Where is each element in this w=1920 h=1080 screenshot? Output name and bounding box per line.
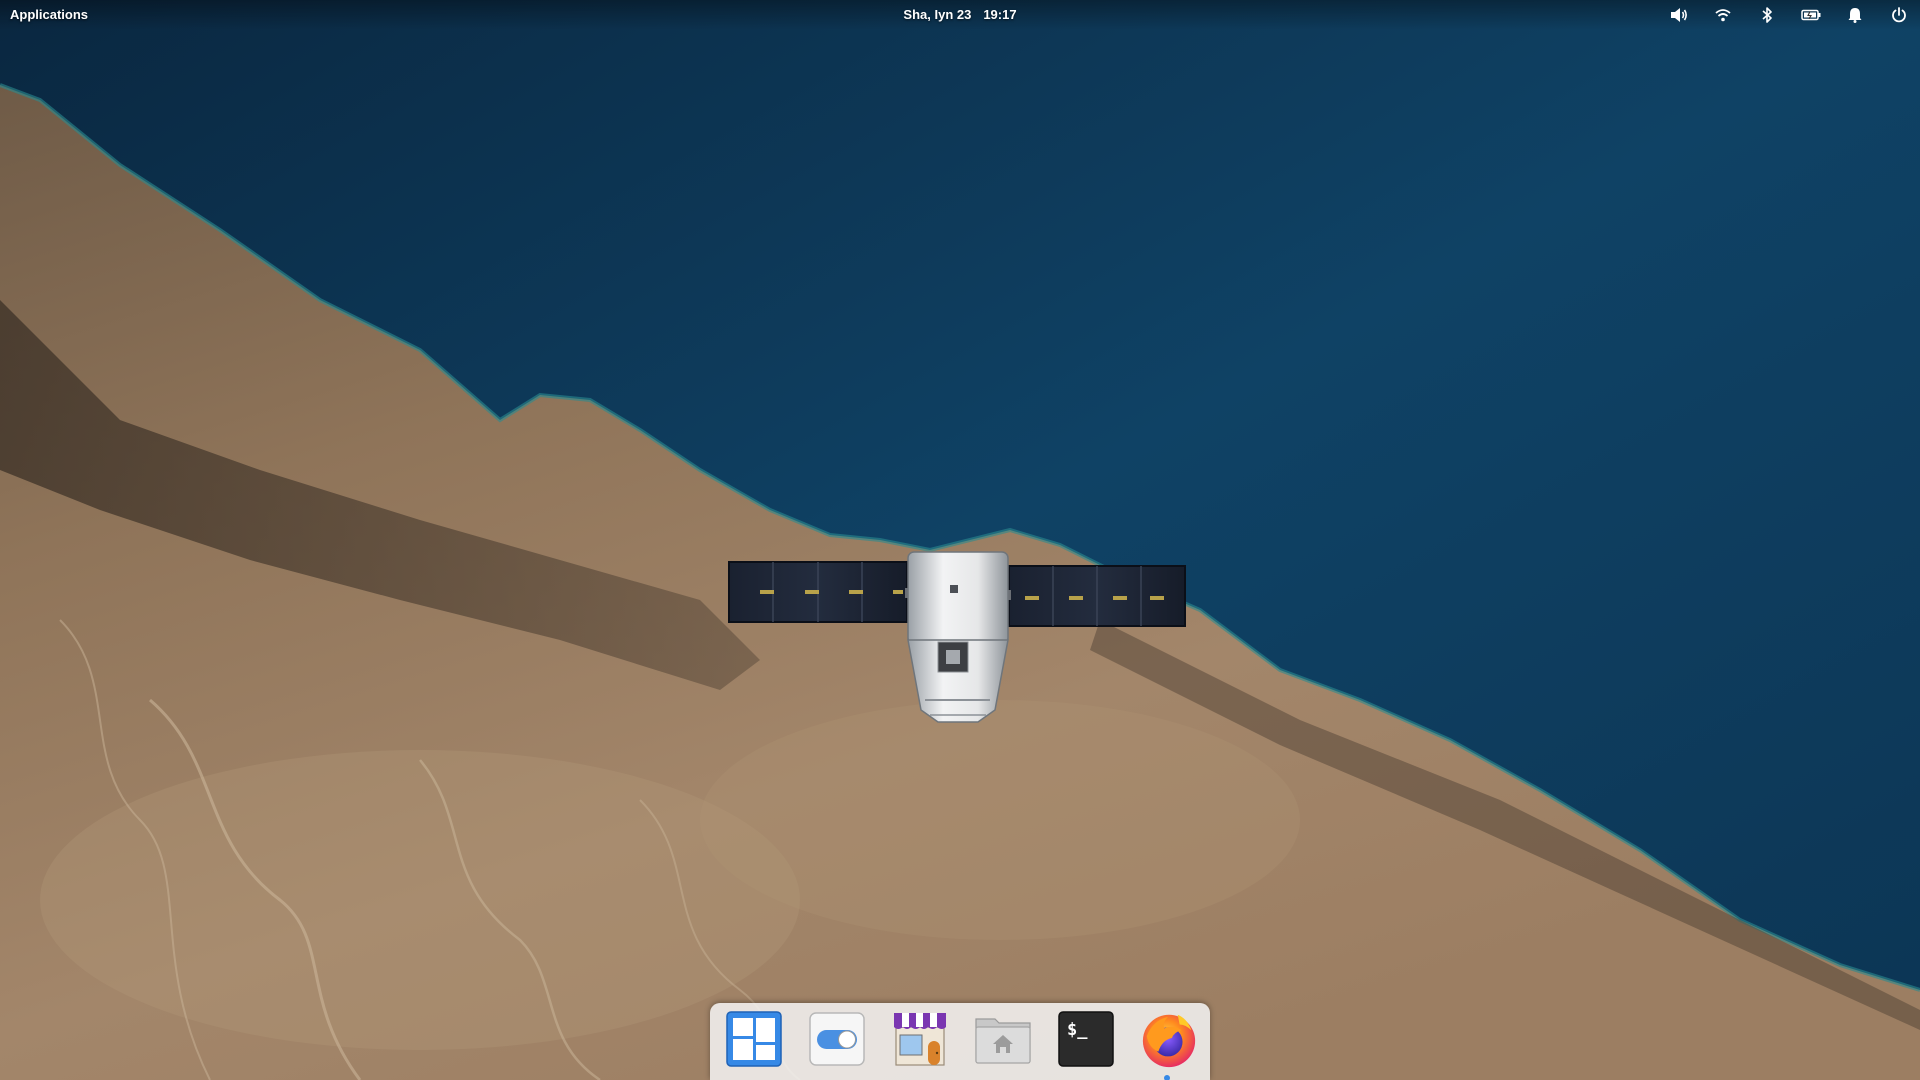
wifi-icon[interactable] bbox=[1712, 5, 1734, 25]
wallpaper bbox=[0, 0, 1920, 1080]
multitasking-view-icon[interactable] bbox=[724, 1009, 784, 1069]
dock: $_ bbox=[710, 1003, 1210, 1080]
indicator-area bbox=[1646, 5, 1910, 25]
system-settings-icon[interactable] bbox=[807, 1009, 867, 1069]
svg-text:$_: $_ bbox=[1067, 1020, 1088, 1040]
terminal-icon[interactable]: $_ bbox=[1056, 1009, 1116, 1069]
datetime-indicator[interactable]: Sha, Iyn 23 19:17 bbox=[0, 7, 1920, 22]
bluetooth-icon[interactable] bbox=[1756, 5, 1778, 25]
clock-time: 19:17 bbox=[983, 7, 1017, 22]
firefox-icon[interactable] bbox=[1139, 1009, 1199, 1069]
battery-icon[interactable] bbox=[1800, 5, 1822, 25]
top-panel: Applications Sha, Iyn 23 19:17 bbox=[0, 0, 1920, 30]
desktop: Applications Sha, Iyn 23 19:17 $_ bbox=[0, 0, 1920, 1080]
files-icon[interactable] bbox=[973, 1009, 1033, 1069]
notifications-icon[interactable] bbox=[1844, 5, 1866, 25]
volume-icon[interactable] bbox=[1668, 5, 1690, 25]
clock-date: Sha, Iyn 23 bbox=[903, 7, 972, 22]
power-icon[interactable] bbox=[1888, 5, 1910, 25]
firefox-running-indicator bbox=[1164, 1075, 1170, 1080]
appcenter-icon[interactable] bbox=[890, 1009, 950, 1069]
